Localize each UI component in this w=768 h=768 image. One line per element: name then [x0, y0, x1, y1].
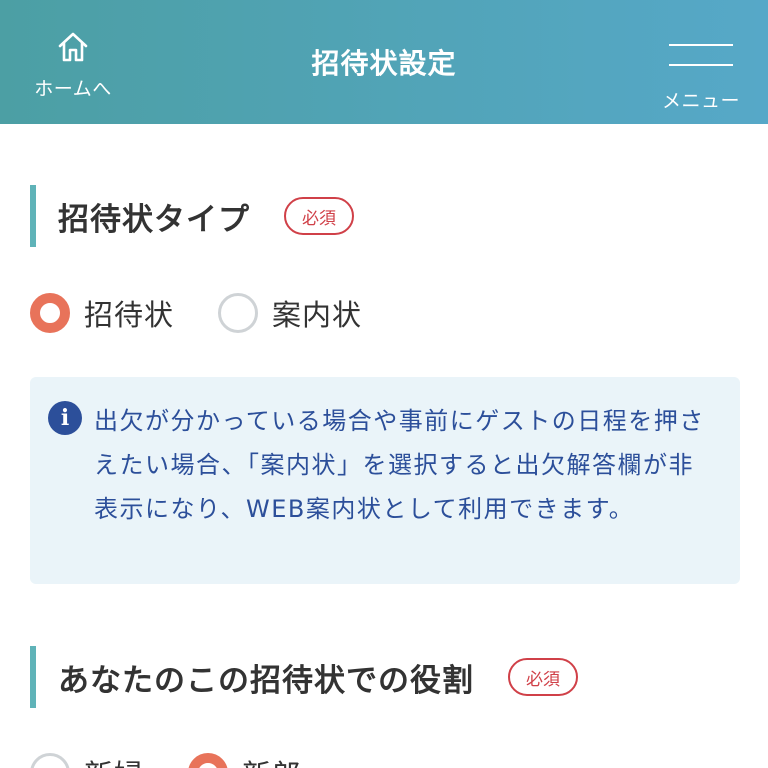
- radio-invitation[interactable]: 招待状: [30, 292, 174, 334]
- menu-button[interactable]: メニュー: [656, 38, 746, 114]
- role-title: あなたのこの招待状での役割: [58, 662, 474, 699]
- page-title: 招待状設定: [311, 47, 457, 80]
- radio-guide[interactable]: 案内状: [218, 292, 362, 334]
- radio-bride[interactable]: 新婦: [30, 752, 144, 768]
- radio-button-checked[interactable]: [188, 753, 229, 768]
- radio-button-checked[interactable]: [30, 293, 70, 333]
- menu-label: メニュー: [661, 90, 740, 112]
- role-heading: あなたのこの招待状での役割 必須: [30, 646, 578, 708]
- info-box: i 出欠が分かっている場合や事前にゲストの日程を押さえたい場合、「案内状」を選択…: [30, 377, 740, 584]
- radio-label: 招待状: [84, 298, 175, 332]
- invitation-type-radio-group: 招待状 案内状: [30, 292, 406, 334]
- role-radio-group: 新婦 新郎: [30, 752, 346, 768]
- info-icon: i: [48, 401, 82, 435]
- required-badge: 必須: [284, 197, 354, 235]
- radio-button-unchecked[interactable]: [30, 753, 70, 768]
- radio-label: 案内状: [272, 298, 363, 332]
- hamburger-menu-icon: [669, 42, 733, 68]
- radio-groom[interactable]: 新郎: [188, 752, 302, 768]
- info-text: 出欠が分かっている場合や事前にゲストの日程を押さえたい場合、「案内状」を選択する…: [94, 407, 705, 523]
- radio-button-unchecked[interactable]: [218, 293, 259, 333]
- radio-label: 新郎: [242, 752, 302, 768]
- radio-label: 新婦: [84, 752, 144, 768]
- invitation-type-title: 招待状タイプ: [58, 201, 250, 238]
- section-accent-bar: [30, 185, 36, 247]
- app-header: ホームへ 招待状設定 メニュー: [0, 0, 768, 124]
- section-accent-bar: [30, 646, 36, 708]
- invitation-type-heading: 招待状タイプ 必須: [30, 185, 354, 247]
- required-badge: 必須: [508, 658, 578, 696]
